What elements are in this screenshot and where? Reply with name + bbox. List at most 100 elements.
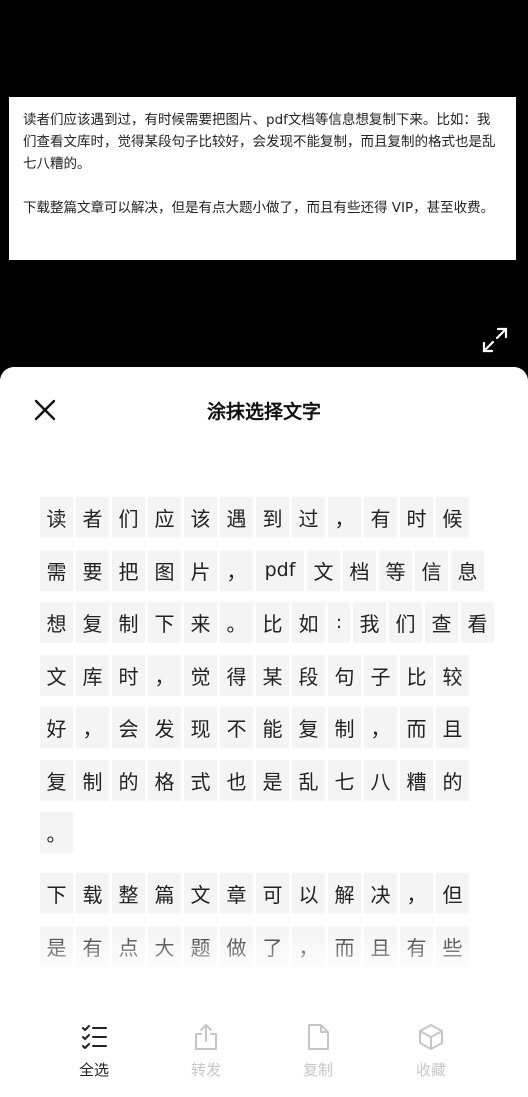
char-cell[interactable]: 查 — [425, 602, 458, 643]
char-cell[interactable]: ， — [364, 707, 397, 748]
char-cell[interactable]: 复 — [40, 759, 73, 801]
char-cell[interactable]: 的 — [436, 759, 469, 801]
char-cell[interactable]: 发 — [148, 707, 181, 748]
char-cell[interactable]: 图 — [148, 549, 181, 591]
char-cell[interactable]: 看 — [461, 602, 494, 643]
char-cell[interactable]: 七 — [328, 759, 361, 801]
char-cell[interactable]: 但 — [436, 873, 469, 914]
char-cell[interactable]: 较 — [436, 654, 469, 696]
char-cell[interactable]: : — [328, 602, 350, 643]
char-cell[interactable]: 某 — [256, 654, 289, 696]
char-cell[interactable]: 文 — [184, 873, 217, 914]
char-cell[interactable]: 现 — [184, 707, 217, 748]
char-cell[interactable]: 有 — [76, 925, 109, 967]
share-button[interactable]: 转发 — [166, 1023, 246, 1080]
char-cell[interactable]: 不 — [220, 707, 253, 748]
char-cell[interactable]: 文 — [307, 549, 340, 591]
char-cell[interactable]: 到 — [256, 497, 289, 538]
char-cell[interactable]: 该 — [184, 497, 217, 538]
char-cell[interactable]: 是 — [40, 925, 73, 967]
char-cell[interactable]: ， — [220, 549, 253, 591]
char-cell[interactable]: 段 — [292, 654, 325, 696]
char-cell[interactable]: 信 — [415, 549, 448, 591]
char-cell[interactable]: 且 — [364, 925, 397, 967]
char-cell[interactable]: ， — [400, 873, 433, 914]
char-cell[interactable]: 应 — [148, 497, 181, 538]
char-cell[interactable]: 而 — [400, 707, 433, 748]
copy-button[interactable]: 复制 — [278, 1023, 358, 1080]
char-cell[interactable]: 时 — [112, 654, 145, 696]
char-cell[interactable]: 是 — [256, 759, 289, 801]
char-cell[interactable]: 格 — [148, 759, 181, 801]
char-cell[interactable]: 糟 — [400, 759, 433, 801]
char-cell[interactable]: 解 — [328, 873, 361, 914]
char-cell[interactable]: 乱 — [292, 759, 325, 801]
char-cell[interactable]: 。 — [40, 812, 73, 853]
char-cell[interactable]: 比 — [400, 654, 433, 696]
char-cell[interactable]: 制 — [112, 602, 145, 643]
expand-button[interactable] — [481, 326, 509, 354]
char-cell[interactable]: ， — [76, 707, 109, 748]
char-cell[interactable]: 息 — [451, 549, 484, 591]
char-cell[interactable]: 载 — [76, 873, 109, 914]
char-cell[interactable]: 如 — [292, 602, 325, 643]
char-cell[interactable]: pdf — [256, 549, 304, 591]
char-cell[interactable]: 且 — [436, 707, 469, 748]
char-cell[interactable]: 档 — [343, 549, 376, 591]
char-cell[interactable]: 片 — [184, 549, 217, 591]
char-cell[interactable]: 好 — [40, 707, 73, 748]
char-cell[interactable]: 过 — [292, 497, 325, 538]
char-cell[interactable]: 了 — [256, 925, 289, 967]
char-cell[interactable]: 而 — [328, 925, 361, 967]
char-cell[interactable]: 点 — [112, 925, 145, 967]
char-cell[interactable]: 整 — [112, 873, 145, 914]
char-cell[interactable]: 者 — [76, 497, 109, 538]
char-cell[interactable]: ， — [328, 497, 361, 538]
char-cell[interactable]: 等 — [379, 549, 412, 591]
char-cell[interactable]: 可 — [256, 873, 289, 914]
char-cell[interactable]: 比 — [256, 602, 289, 643]
char-cell[interactable]: 候 — [436, 497, 469, 538]
char-cell[interactable]: ， — [292, 925, 325, 967]
char-cell[interactable]: 时 — [400, 497, 433, 538]
char-cell[interactable]: 库 — [76, 654, 109, 696]
char-cell[interactable]: 些 — [436, 925, 469, 967]
char-cell[interactable]: 篇 — [148, 873, 181, 914]
selectable-text-grid[interactable]: 读者们应该遇到过，有时候需要把图片， pdf 文档等信息想复制下来。比如: 我们查看文… — [40, 497, 500, 967]
char-cell[interactable]: 要 — [76, 549, 109, 591]
char-cell[interactable]: 得 — [220, 654, 253, 696]
char-cell[interactable]: 八 — [364, 759, 397, 801]
char-cell[interactable]: 觉 — [184, 654, 217, 696]
char-cell[interactable]: 遇 — [220, 497, 253, 538]
char-cell[interactable]: 文 — [40, 654, 73, 696]
char-cell[interactable]: 的 — [112, 759, 145, 801]
char-cell[interactable]: 制 — [328, 707, 361, 748]
char-cell[interactable]: 读 — [40, 497, 73, 538]
char-cell[interactable]: 有 — [364, 497, 397, 538]
char-cell[interactable]: 制 — [76, 759, 109, 801]
char-cell[interactable]: 子 — [364, 654, 397, 696]
char-cell[interactable]: 能 — [256, 707, 289, 748]
select-all-button[interactable]: 全选 — [54, 1023, 134, 1080]
char-cell[interactable]: 想 — [40, 602, 73, 643]
char-cell[interactable]: 下 — [40, 873, 73, 914]
char-cell[interactable]: 。 — [220, 602, 253, 643]
char-cell[interactable]: 以 — [292, 873, 325, 914]
char-cell[interactable]: 需 — [40, 549, 73, 591]
char-cell[interactable]: 复 — [76, 602, 109, 643]
char-cell[interactable]: 式 — [184, 759, 217, 801]
char-cell[interactable]: 会 — [112, 707, 145, 748]
favorite-button[interactable]: 收藏 — [391, 1023, 471, 1080]
char-cell[interactable]: 们 — [112, 497, 145, 538]
char-cell[interactable]: 决 — [364, 873, 397, 914]
char-cell[interactable]: 大 — [148, 925, 181, 967]
char-cell[interactable]: 们 — [389, 602, 422, 643]
char-cell[interactable]: 章 — [220, 873, 253, 914]
char-cell[interactable]: 也 — [220, 759, 253, 801]
char-cell[interactable]: 有 — [400, 925, 433, 967]
char-cell[interactable]: 我 — [353, 602, 386, 643]
char-cell[interactable]: ， — [148, 654, 181, 696]
char-cell[interactable]: 来 — [184, 602, 217, 643]
char-cell[interactable]: 做 — [220, 925, 253, 967]
char-cell[interactable]: 句 — [328, 654, 361, 696]
